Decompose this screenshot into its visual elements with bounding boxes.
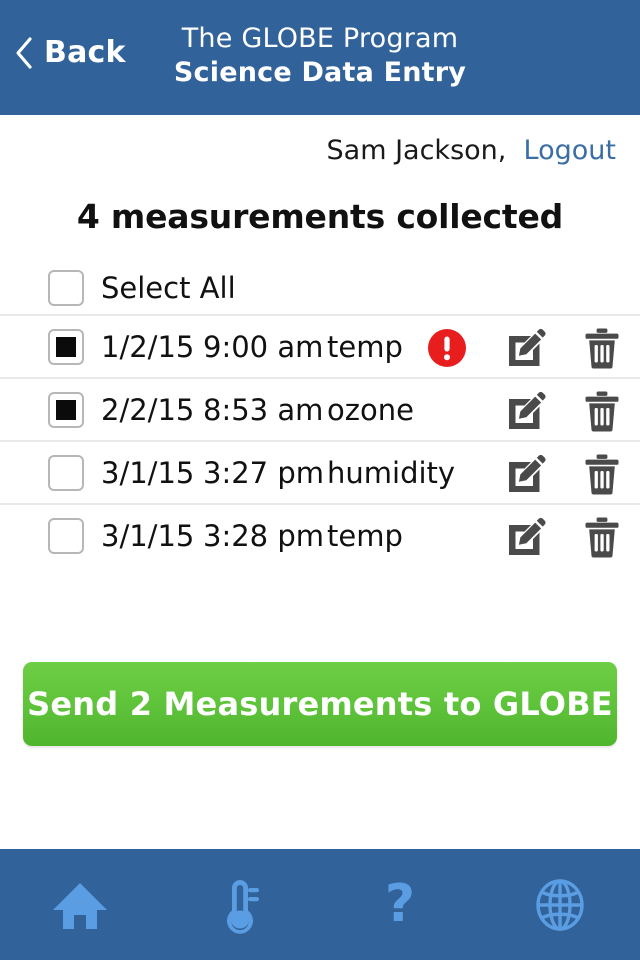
alert-circle-icon[interactable]	[406, 328, 488, 368]
table-row[interactable]: 2/2/15 8:53 am ozone	[0, 377, 640, 440]
row-checkbox[interactable]	[48, 391, 84, 428]
select-all-row[interactable]: Select All	[0, 262, 640, 314]
edit-pencil-icon	[505, 453, 547, 495]
nav-home[interactable]	[0, 849, 160, 960]
question-icon: ?	[369, 874, 431, 936]
row-actions	[406, 379, 640, 442]
svg-text:?: ?	[385, 874, 415, 934]
edit-button[interactable]	[488, 453, 564, 495]
nav-thermometer[interactable]	[160, 849, 320, 960]
cell-time: 3:27 pm	[203, 455, 324, 490]
row-actions	[406, 316, 640, 379]
header-title-line1: The GLOBE Program	[181, 23, 459, 54]
app-root: Back The GLOBE Program Science Data Entr…	[0, 0, 640, 960]
trash-icon	[583, 390, 621, 432]
page-title: 4 measurements collected	[76, 197, 564, 236]
header-title-line2: Science Data Entry	[173, 57, 467, 88]
header-title-group: The GLOBE Program Science Data Entry	[0, 22, 640, 90]
edit-button[interactable]	[488, 327, 564, 369]
trash-icon	[583, 516, 621, 558]
row-checkbox[interactable]	[48, 517, 84, 554]
nav-globe[interactable]	[480, 849, 640, 960]
edit-pencil-icon	[505, 516, 547, 558]
trash-icon	[583, 327, 621, 369]
cell-date: 3/1/15	[101, 518, 195, 553]
edit-button[interactable]	[488, 516, 564, 558]
delete-button[interactable]	[564, 516, 640, 558]
home-icon	[49, 874, 111, 936]
nav-help[interactable]: ?	[320, 849, 480, 960]
account-bar: Sam Jackson, Logout	[327, 131, 616, 171]
table-row[interactable]: 3/1/15 3:28 pm temp	[0, 503, 640, 566]
edit-pencil-icon	[505, 390, 547, 432]
cell-time: 3:28 pm	[203, 518, 324, 553]
app-header: Back The GLOBE Program Science Data Entr…	[0, 0, 640, 115]
thermometer-icon	[209, 874, 271, 936]
checkbox-fill	[56, 336, 76, 357]
table-row[interactable]: 3/1/15 3:27 pm humidity	[0, 440, 640, 503]
cell-date: 2/2/15	[101, 392, 195, 427]
row-actions	[406, 505, 640, 568]
cell-time: 9:00 am	[203, 329, 324, 364]
delete-button[interactable]	[564, 327, 640, 369]
edit-pencil-icon	[505, 327, 547, 369]
cell-date: 3/1/15	[101, 455, 195, 490]
cell-time: 8:53 am	[203, 392, 324, 427]
send-measurements-button[interactable]: Send 2 Measurements to GLOBE	[23, 662, 617, 746]
select-all-label: Select All	[101, 271, 236, 305]
delete-button[interactable]	[564, 453, 640, 495]
edit-button[interactable]	[488, 390, 564, 432]
delete-button[interactable]	[564, 390, 640, 432]
row-checkbox[interactable]	[48, 454, 84, 491]
trash-icon	[583, 453, 621, 495]
row-checkbox[interactable]	[48, 328, 84, 365]
row-actions	[406, 442, 640, 505]
select-all-checkbox[interactable]	[48, 270, 84, 306]
logout-link[interactable]: Logout	[524, 135, 616, 166]
cell-date: 1/2/15	[101, 329, 195, 364]
user-name: Sam Jackson,	[326, 135, 507, 166]
bottom-nav: ?	[0, 849, 640, 960]
checkbox-fill	[56, 399, 76, 420]
table-row[interactable]: 1/2/15 9:00 am temp	[0, 314, 640, 377]
globe-icon	[529, 874, 591, 936]
measurement-list: 1/2/15 9:00 am temp 2/2/15 8:53 am ozone…	[0, 314, 640, 566]
